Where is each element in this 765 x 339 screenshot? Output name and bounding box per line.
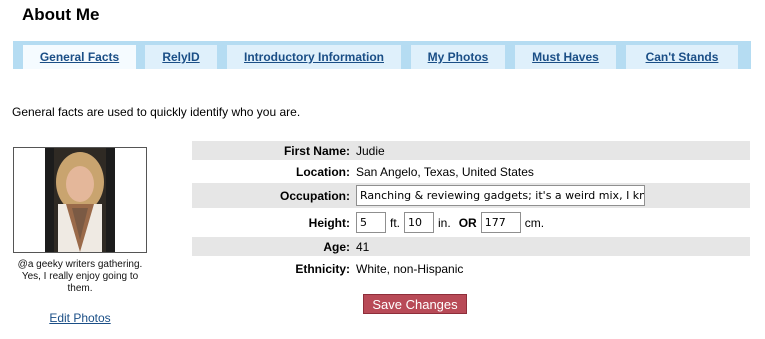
- tab-must-haves[interactable]: Must Haves: [515, 45, 616, 69]
- ethnicity-value: White, non-Hispanic: [356, 261, 464, 276]
- first-name-row: First Name: Judie: [192, 141, 750, 160]
- age-label: Age:: [323, 239, 350, 254]
- save-changes-button[interactable]: Save Changes: [363, 294, 467, 314]
- height-label: Height:: [308, 215, 350, 230]
- tab-introductory-information[interactable]: Introductory Information: [227, 45, 401, 69]
- first-name-value: Judie: [356, 143, 385, 158]
- tab-relyid[interactable]: RelyID: [145, 45, 217, 69]
- or-label: OR: [458, 215, 477, 230]
- age-value: 41: [356, 239, 370, 254]
- cm-unit-label: cm.: [524, 215, 545, 230]
- tab-cant-stands[interactable]: Can't Stands: [626, 45, 738, 69]
- intro-text: General facts are used to quickly identi…: [12, 105, 301, 119]
- location-label: Location:: [296, 164, 350, 179]
- height-row: Height: 5 ft. 10 in. OR 177 cm.: [192, 210, 750, 235]
- occupation-input[interactable]: Ranching & reviewing gadgets; it's a wei…: [356, 185, 645, 206]
- feet-unit-label: ft.: [390, 215, 401, 230]
- photo-caption: @a geeky writers gathering. Yes, I reall…: [17, 259, 143, 294]
- occupation-label: Occupation:: [279, 188, 350, 203]
- ethnicity-row: Ethnicity: White, non-Hispanic: [192, 259, 750, 278]
- inches-unit-label: in.: [438, 215, 451, 230]
- profile-photo: [13, 147, 147, 253]
- page-title: About Me: [22, 5, 100, 24]
- occupation-row: Occupation: Ranching & reviewing gadgets…: [192, 183, 750, 208]
- tab-bar: General Facts RelyID Introductory Inform…: [13, 41, 751, 69]
- tab-general-facts[interactable]: General Facts: [23, 45, 136, 69]
- location-value: San Angelo, Texas, United States: [356, 164, 534, 179]
- edit-photos-link[interactable]: Edit Photos: [13, 311, 147, 325]
- height-cm-input[interactable]: 177: [480, 212, 521, 233]
- location-row: Location: San Angelo, Texas, United Stat…: [192, 162, 750, 181]
- height-feet-input[interactable]: 5: [356, 212, 386, 233]
- ethnicity-label: Ethnicity:: [295, 261, 350, 276]
- age-row: Age: 41: [192, 237, 750, 256]
- height-inches-input[interactable]: 10: [404, 212, 435, 233]
- first-name-label: First Name:: [283, 143, 350, 158]
- profile-photo-image: [14, 148, 146, 252]
- tab-my-photos[interactable]: My Photos: [411, 45, 505, 69]
